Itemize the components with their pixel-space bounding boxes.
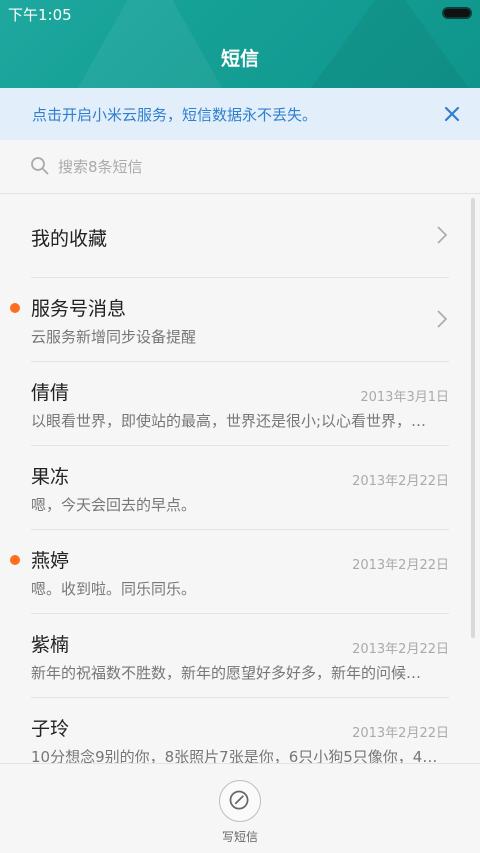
- conversation-list: 我的收藏 服务号消息 云服务新增同步设备提醒 倩倩 2013年3月1日 以眼看世…: [0, 194, 480, 782]
- scrollbar[interactable]: [471, 198, 475, 638]
- contact-name: 果冻: [31, 466, 70, 488]
- compose-label[interactable]: 写短信: [0, 828, 480, 845]
- service-snippet: 云服务新增同步设备提醒: [31, 328, 197, 346]
- contact-name: 紫楠: [31, 634, 70, 656]
- conversation-item[interactable]: 紫楠 2013年2月22日 新年的祝福数不胜数，新年的愿望好多好多，新年的问候…: [31, 614, 449, 698]
- message-date: 2013年2月22日: [352, 558, 449, 573]
- favorites-label: 我的收藏: [31, 228, 108, 250]
- conversation-item[interactable]: 倩倩 2013年3月1日 以眼看世界，即使站的最高，世界还是很小;以心看世界，…: [31, 362, 449, 446]
- list-item-service[interactable]: 服务号消息 云服务新增同步设备提醒: [10, 278, 449, 362]
- compose-button[interactable]: [219, 780, 261, 822]
- service-label: 服务号消息: [31, 298, 127, 320]
- status-time: 下午1:05: [8, 6, 72, 24]
- conversation-item[interactable]: 燕婷 2013年2月22日 嗯。收到啦。同乐同乐。: [10, 530, 449, 614]
- battery-icon: [442, 7, 472, 19]
- message-date: 2013年3月1日: [360, 390, 449, 405]
- app-header: 下午1:05 短信: [0, 0, 480, 88]
- chevron-right-icon: [437, 310, 448, 328]
- message-snippet: 以眼看世界，即使站的最高，世界还是很小;以心看世界，…: [31, 412, 427, 430]
- cloud-banner[interactable]: 点击开启小米云服务，短信数据永不丢失。: [0, 88, 480, 140]
- message-snippet: 新年的祝福数不胜数，新年的愿望好多好多，新年的问候…: [31, 664, 422, 682]
- search-input[interactable]: 搜索8条短信: [58, 156, 143, 177]
- contact-name: 倩倩: [31, 382, 70, 404]
- conversation-item[interactable]: 果冻 2013年2月22日 嗯，今天会回去的早点。: [31, 446, 449, 530]
- compose-icon: [229, 790, 249, 810]
- unread-dot: [10, 555, 20, 565]
- banner-text[interactable]: 点击开启小米云服务，短信数据永不丢失。: [32, 104, 317, 125]
- message-date: 2013年2月22日: [352, 726, 449, 741]
- message-date: 2013年2月22日: [352, 642, 449, 657]
- message-snippet: 嗯，今天会回去的早点。: [31, 496, 197, 514]
- search-bar[interactable]: 搜索8条短信: [0, 140, 480, 194]
- message-date: 2013年2月22日: [352, 474, 449, 489]
- search-icon: [31, 157, 49, 175]
- list-item-favorites[interactable]: 我的收藏: [31, 194, 449, 278]
- page-title: 短信: [220, 48, 259, 70]
- close-icon[interactable]: [440, 102, 464, 126]
- contact-name: 燕婷: [31, 550, 70, 572]
- unread-dot: [10, 303, 20, 313]
- bottom-bar: 写短信: [0, 763, 480, 853]
- contact-name: 子玲: [31, 718, 70, 740]
- message-snippet: 嗯。收到啦。同乐同乐。: [31, 580, 197, 598]
- chevron-right-icon: [437, 226, 448, 244]
